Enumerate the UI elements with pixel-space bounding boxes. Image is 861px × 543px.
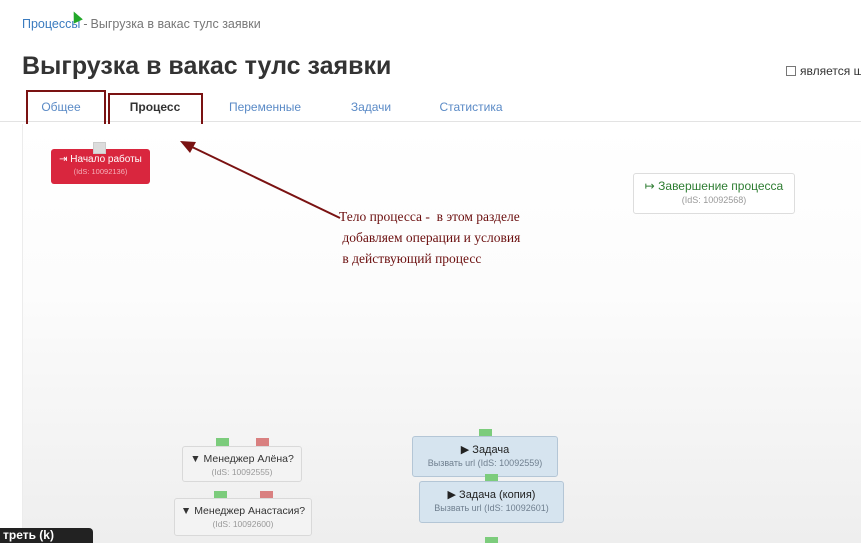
annotation-line-1: Тело процесса - в этом разделе	[339, 209, 520, 224]
annotation-text: Тело процесса - в этом разделе добавляем…	[339, 206, 520, 269]
node-end[interactable]: ↦ Завершение процесса (IdS: 10092568)	[633, 173, 795, 214]
tab-variables[interactable]: Переменные	[220, 92, 310, 122]
node-task2-title: Задача (копия)	[459, 489, 536, 501]
node-end-id: (IdS: 10092568)	[681, 195, 747, 205]
node-start-title: Начало работы	[70, 154, 142, 165]
breadcrumb-current: Выгрузка в вакас тулс заявки	[90, 17, 261, 31]
node-cond1-title: Менеджер Алёна?	[203, 453, 294, 465]
breadcrumb: Процессы - Выгрузка в вакас тулс заявки	[22, 17, 261, 31]
node-task2-sub: Вызвать url (IdS: 10092601)	[434, 503, 549, 513]
tab-tasks[interactable]: Задачи	[336, 92, 406, 122]
node-start[interactable]: ⇥ Начало работы (IdS: 10092136)	[51, 149, 150, 184]
breadcrumb-separator: -	[83, 17, 88, 31]
page-title: Выгрузка в вакас тулс заявки	[22, 52, 392, 80]
node-cond2-id: (IdS: 10092600)	[212, 519, 274, 529]
sign-in-icon: ⇥	[59, 154, 71, 165]
tab-bar: Общее Процесс Переменные Задачи Статисти…	[0, 92, 861, 122]
node-task1-sub: Вызвать url (IdS: 10092559)	[427, 458, 543, 468]
template-checkbox-label: является ш	[800, 64, 861, 78]
sign-out-icon: ↦	[644, 179, 659, 193]
node-task[interactable]: ▶ Задача Вызвать url (IdS: 10092559)	[412, 436, 558, 477]
tab-process[interactable]: Процесс	[110, 92, 200, 122]
play-icon: ▶	[460, 444, 473, 456]
node-cond1-id: (IdS: 10092555)	[211, 467, 273, 477]
node-start-id: (IdS: 10092136)	[73, 167, 128, 176]
play-icon: ▶	[447, 489, 460, 501]
tab-general[interactable]: Общее	[28, 92, 94, 122]
filter-icon: ▼	[180, 505, 195, 517]
node-cond2-title: Менеджер Анастасия?	[194, 505, 306, 517]
template-checkbox[interactable]: является ш	[786, 64, 861, 78]
checkbox-box[interactable]	[786, 66, 796, 76]
node-condition-anastasia[interactable]: ▼ Менеджер Анастасия? (IdS: 10092600)	[174, 498, 312, 536]
start-node-handle[interactable]	[93, 142, 106, 154]
node-task1-title: Задача	[472, 444, 510, 456]
node-condition-alena[interactable]: ▼ Менеджер Алёна? (IdS: 10092555)	[182, 446, 302, 482]
tab-statistics[interactable]: Статистика	[426, 92, 516, 122]
node-task-copy[interactable]: ▶ Задача (копия) Вызвать url (IdS: 10092…	[419, 481, 564, 523]
task3-port[interactable]	[485, 537, 498, 543]
video-overlay-caption: треть (k)	[0, 528, 93, 543]
annotation-line-3: в действующий процесс	[339, 251, 482, 266]
annotation-line-2: добавляем операции и условия	[339, 230, 521, 245]
node-end-title: Завершение процесса	[658, 179, 784, 193]
filter-icon: ▼	[190, 453, 204, 465]
